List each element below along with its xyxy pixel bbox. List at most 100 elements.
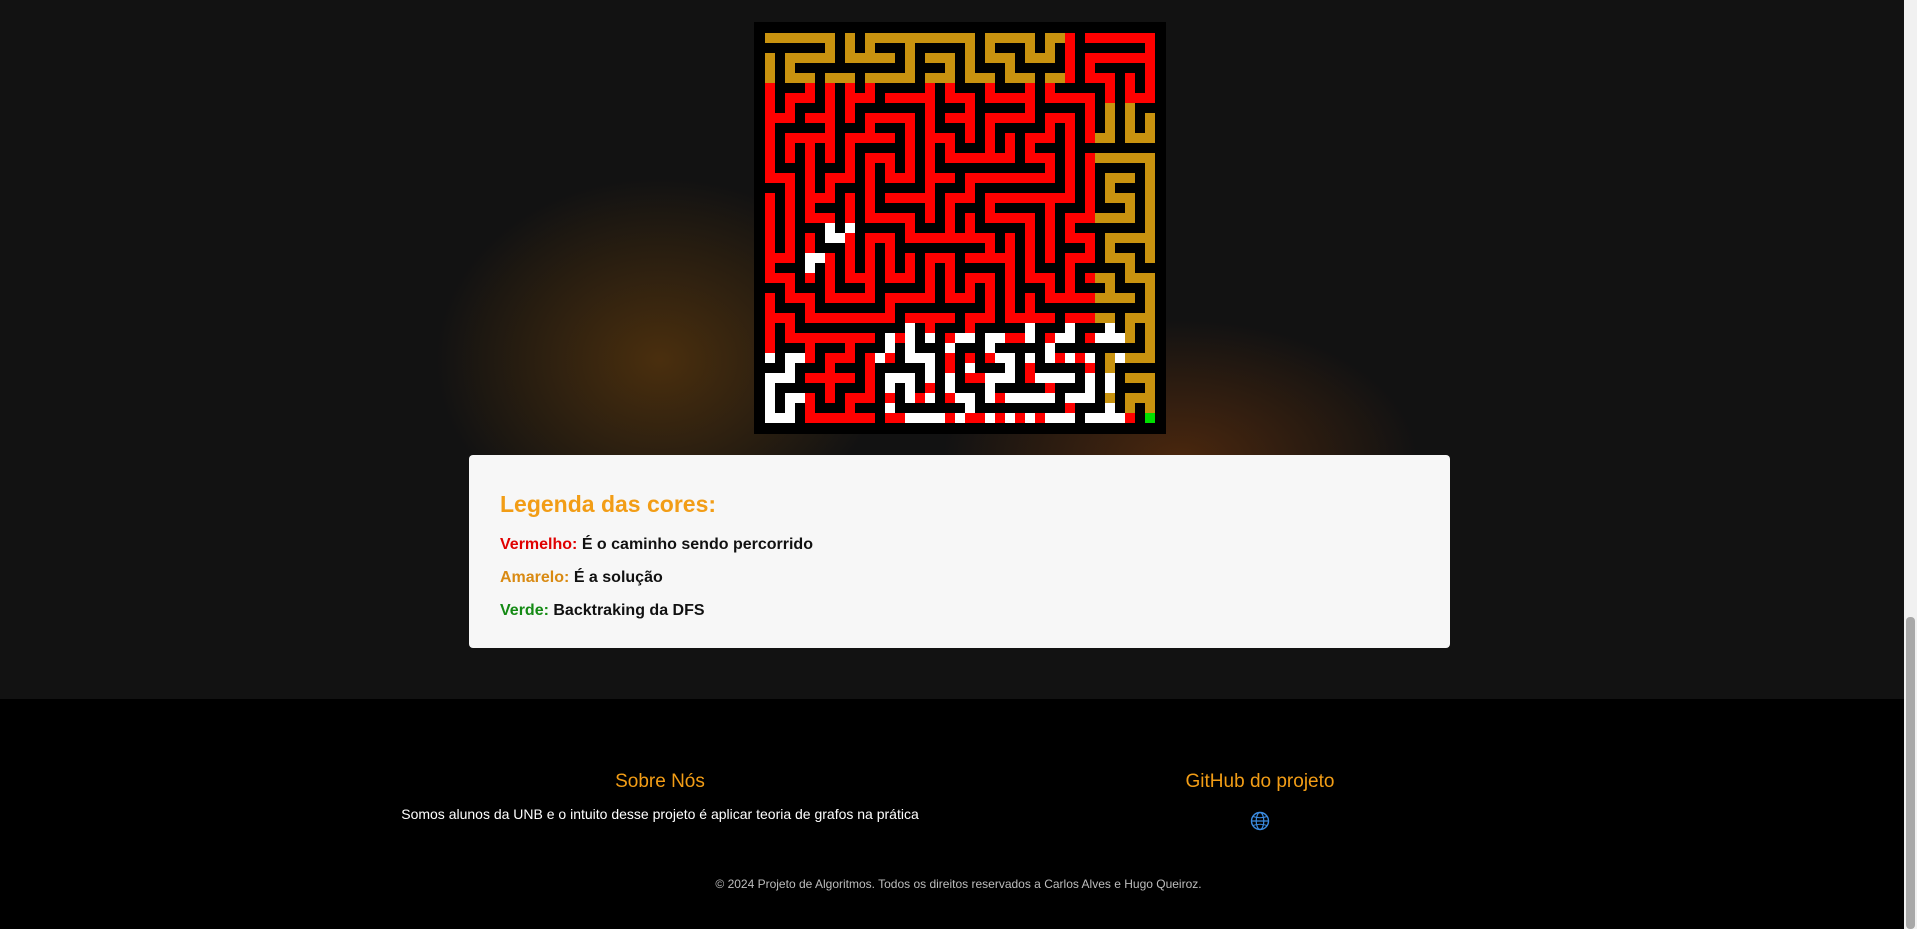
maze-cell bbox=[975, 253, 985, 263]
maze-cell bbox=[1145, 293, 1155, 303]
maze-cell bbox=[995, 193, 1005, 203]
maze-cell bbox=[885, 333, 895, 343]
maze-cell bbox=[765, 53, 775, 63]
maze-cell bbox=[795, 73, 805, 83]
maze-cell bbox=[805, 83, 815, 93]
maze-cell bbox=[1015, 93, 1025, 103]
maze-cell bbox=[825, 253, 835, 263]
maze-cell bbox=[1065, 113, 1075, 123]
maze-cell bbox=[815, 253, 825, 263]
maze-cell bbox=[965, 173, 975, 183]
maze-cell bbox=[845, 33, 855, 43]
maze-cell bbox=[805, 343, 815, 353]
maze-cell bbox=[1045, 373, 1055, 383]
maze-cell bbox=[1125, 393, 1135, 403]
maze-cell bbox=[945, 203, 955, 213]
maze-cell bbox=[785, 363, 795, 373]
maze-cell bbox=[905, 123, 915, 133]
maze-cell bbox=[1035, 273, 1045, 283]
maze-cell bbox=[765, 223, 775, 233]
maze-cell bbox=[1145, 343, 1155, 353]
maze-cell bbox=[1065, 43, 1075, 53]
maze-cell bbox=[765, 163, 775, 173]
maze-cell bbox=[875, 153, 885, 163]
maze-cell bbox=[955, 153, 965, 163]
maze-cell bbox=[875, 313, 885, 323]
scrollbar-thumb[interactable] bbox=[1906, 617, 1915, 929]
maze-cell bbox=[785, 153, 795, 163]
maze-cell bbox=[1085, 313, 1095, 323]
maze-cell bbox=[1125, 103, 1135, 113]
maze-cell bbox=[845, 73, 855, 83]
maze-cell bbox=[1015, 313, 1025, 323]
maze-cell bbox=[1105, 273, 1115, 283]
maze-cell bbox=[865, 163, 875, 173]
maze-cell bbox=[905, 143, 915, 153]
maze-cell bbox=[885, 33, 895, 43]
maze-cell bbox=[1095, 213, 1105, 223]
maze-cell bbox=[815, 113, 825, 123]
maze-cell bbox=[985, 353, 995, 363]
maze-cell bbox=[1145, 33, 1155, 43]
maze-cell bbox=[865, 113, 875, 123]
maze-cell bbox=[825, 43, 835, 53]
maze-cell bbox=[905, 323, 915, 333]
maze-goal-cell bbox=[1145, 413, 1155, 423]
maze-cell bbox=[885, 243, 895, 253]
maze-cell bbox=[1085, 253, 1095, 263]
maze-cell bbox=[785, 243, 795, 253]
maze-cell bbox=[865, 83, 875, 93]
maze-cell bbox=[1005, 213, 1015, 223]
maze-cell bbox=[1025, 133, 1035, 143]
maze-cell bbox=[965, 233, 975, 243]
maze-cell bbox=[1085, 413, 1095, 423]
maze-cell bbox=[945, 153, 955, 163]
maze-cell bbox=[985, 383, 995, 393]
maze-cell bbox=[765, 343, 775, 353]
maze-cell bbox=[1145, 233, 1155, 243]
maze-cell bbox=[845, 233, 855, 243]
maze-cell bbox=[1045, 383, 1055, 393]
maze-cell bbox=[895, 413, 905, 423]
maze-cell bbox=[1145, 223, 1155, 233]
maze-cell bbox=[915, 313, 925, 323]
maze-cell bbox=[825, 263, 835, 273]
maze-cell bbox=[1025, 53, 1035, 63]
maze-cell bbox=[925, 93, 935, 103]
maze-cell bbox=[785, 353, 795, 363]
maze-cell bbox=[795, 293, 805, 303]
maze-cell bbox=[1065, 143, 1075, 153]
maze-cell bbox=[925, 193, 935, 203]
maze-cell bbox=[965, 183, 975, 193]
maze-cell bbox=[825, 143, 835, 153]
copyright-text: © 2024 Projeto de Algoritmos. Todos os d… bbox=[715, 877, 1202, 891]
maze-cell bbox=[905, 223, 915, 233]
maze-cell bbox=[1045, 333, 1055, 343]
maze-cell bbox=[935, 253, 945, 263]
maze-cell bbox=[1145, 253, 1155, 263]
maze-cell bbox=[785, 323, 795, 333]
maze-cell bbox=[905, 173, 915, 183]
maze-cell bbox=[825, 53, 835, 63]
maze-cell bbox=[1005, 313, 1015, 323]
maze-cell bbox=[1055, 193, 1065, 203]
maze-cell bbox=[985, 43, 995, 53]
globe-icon[interactable] bbox=[1250, 811, 1270, 836]
maze-cell bbox=[995, 153, 1005, 163]
maze-cell bbox=[1035, 53, 1045, 63]
maze-cell bbox=[1025, 323, 1035, 333]
maze-cell bbox=[945, 33, 955, 43]
maze-cell bbox=[985, 313, 995, 323]
maze-cell bbox=[885, 273, 895, 283]
maze-cell bbox=[955, 293, 965, 303]
maze-cell bbox=[785, 283, 795, 293]
maze-cell bbox=[825, 313, 835, 323]
scrollbar[interactable] bbox=[1904, 0, 1917, 929]
maze-cell bbox=[965, 293, 975, 303]
maze-cell bbox=[885, 93, 895, 103]
maze-cell bbox=[865, 173, 875, 183]
maze-cell bbox=[1105, 393, 1115, 403]
maze-cell bbox=[825, 93, 835, 103]
maze-cell bbox=[945, 313, 955, 323]
maze-cell bbox=[1015, 413, 1025, 423]
